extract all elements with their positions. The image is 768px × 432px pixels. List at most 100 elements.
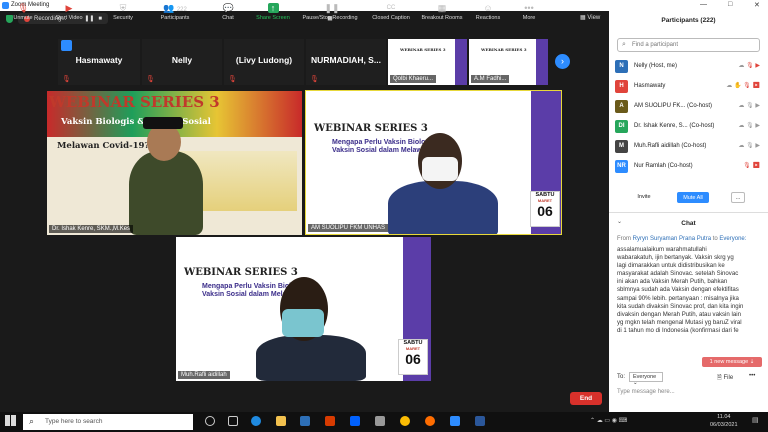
participant-name: (Livy Ludong) [235, 55, 293, 65]
file-label: File [723, 375, 734, 381]
participant-row[interactable]: DI Dr. Ishak Kenre, S... (Co-host) ☁ 🎙 ▶ [615, 118, 764, 134]
reactions-label: Reactions [475, 15, 501, 21]
zoom-taskbar-icon[interactable] [450, 416, 460, 426]
cortana-icon[interactable] [205, 416, 215, 426]
video-tile-main-2[interactable]: WEBINAR SERIES 3 Mengapa Perlu Vaksin Bi… [305, 90, 562, 235]
participant-row[interactable]: M Muh.Rafli aidillah (Co-host) ☁ 🎙 ▶ [615, 138, 764, 154]
mail-icon[interactable] [300, 416, 310, 426]
participant-row-name: Nur Ramlah (Co-host) [634, 163, 693, 169]
chat-header: From Ryryn Suryaman Prana Putra to Every… [617, 236, 746, 242]
chat-message: assalamualaikum warahmatullahi wabarakat… [617, 246, 744, 334]
video-tile-main-3[interactable]: WEBINAR SERIES 3 Mengapa Perlu Vaksin Bi… [176, 237, 431, 381]
breakout-label: Breakout Rooms [421, 15, 463, 21]
chat-input[interactable]: Type message here... [617, 389, 675, 395]
participants-button[interactable]: 👥 222 Participants [152, 3, 198, 21]
windows-start-icon[interactable] [5, 415, 16, 426]
thumb-tile[interactable]: Nelly 🎙 [142, 39, 222, 85]
maximize-button[interactable]: □ [728, 1, 732, 8]
participant-row[interactable]: NR Nur Ramlah (Co-host) 🎙 ▶ [615, 158, 764, 174]
search-icon: ⌕ [622, 41, 626, 48]
status-icons: ☁ 🎙 ▶ [738, 143, 760, 149]
more-button[interactable]: ••• More [506, 3, 552, 21]
file-button[interactable]: 🗎 File [717, 373, 733, 383]
video-off-icon: ▶ [65, 3, 73, 13]
closed-caption-button[interactable]: CC Closed Caption [366, 3, 416, 21]
dropbox-icon[interactable] [350, 416, 360, 426]
chrome-icon[interactable] [400, 416, 410, 426]
status-icons: 🎙 ▶ [743, 163, 760, 169]
notification-icon[interactable]: ▤ [752, 416, 759, 424]
thumb-tile[interactable]: WEBINAR SERIES 3 Qolbi Khaeru... [388, 39, 467, 85]
side-panel: Participants (222) ⌕ Find a participant … [609, 11, 768, 412]
taskbar-search[interactable]: ⌕ Type here to search [23, 414, 193, 430]
file-explorer-icon[interactable] [276, 416, 286, 426]
system-tray-icons[interactable]: ⌃ ☁ ▭ ◉ ⌨ [590, 417, 627, 424]
next-page-icon[interactable]: › [555, 54, 570, 69]
unmute-button[interactable]: 🎙 Unmute [0, 3, 46, 21]
participant-row-name: Muh.Rafli aidillah (Co-host) [634, 143, 707, 149]
chat-button[interactable]: 💬 Chat [205, 3, 251, 21]
participants-count: 222 [176, 7, 187, 13]
slide-date: SABTU MARET 06 [398, 339, 428, 375]
task-view-icon[interactable] [228, 416, 238, 426]
participant-row[interactable]: H Hasmawaty ☁ ✋ 🎙 ▶ [615, 78, 764, 94]
more-label: More [522, 15, 536, 21]
more-icon: ••• [524, 3, 534, 13]
word-icon[interactable] [475, 416, 485, 426]
close-button[interactable]: ✕ [754, 1, 760, 9]
participant-row[interactable]: N Nelly (Host, me) ☁ 🎙 ▶ [615, 58, 764, 74]
more-options-button[interactable]: ... [731, 192, 745, 203]
recipient-select[interactable]: Everyone ⌄ [629, 372, 663, 386]
cc-label: Closed Caption [372, 15, 410, 21]
office-icon[interactable] [325, 416, 335, 426]
participant-row-name: Hasmawaty [634, 83, 666, 89]
minimize-button[interactable]: — [700, 1, 707, 8]
thumb-tile[interactable]: (Livy Ludong) 🎙 [224, 39, 304, 85]
find-participant-input[interactable]: ⌕ Find a participant [617, 38, 760, 52]
chat-to-word: to [712, 236, 718, 242]
app-icon[interactable] [375, 416, 385, 426]
find-placeholder: Find a participant [632, 42, 679, 48]
end-button[interactable]: End [570, 392, 602, 405]
mute-all-button[interactable]: Mute All [677, 192, 709, 203]
search-icon: ⌕ [29, 416, 35, 426]
new-message-badge[interactable]: 1 new message ⇣ [702, 357, 762, 367]
date-number: 06 [537, 203, 553, 219]
recipient-value: Everyone [633, 374, 657, 380]
participants-label: Participants [160, 15, 190, 21]
pause-recording-button[interactable]: ❚❚ ■ Pause/Stop Recording [297, 3, 363, 23]
face-mask [422, 157, 458, 181]
breakout-rooms-button[interactable]: ▦ Breakout Rooms [417, 3, 467, 21]
security-button[interactable]: ⛨ Security [100, 3, 146, 21]
reactions-button[interactable]: ☺ Reactions [465, 3, 511, 21]
participant-name: Qolbi Khaeru... [390, 75, 437, 83]
video-tile-main-1[interactable]: WEBINAR SERIES 3 Vaksin Biologis & Vaksi… [47, 91, 302, 235]
muted-mic-icon: 🎙 [146, 76, 155, 83]
avatar: A [615, 99, 628, 113]
speaker-cap [143, 117, 183, 129]
raised-hand-icon [61, 40, 72, 51]
date-number: 06 [405, 351, 421, 367]
muted-mic-icon: 🎙 [228, 76, 237, 83]
slide-subtitle-2: Vaksin Sosial dalam Melawan [332, 147, 431, 154]
divider [609, 212, 768, 213]
firefox-icon[interactable] [425, 416, 435, 426]
reactions-icon: ☺ [483, 3, 493, 13]
view-label: View [587, 15, 601, 21]
taskbar-clock[interactable]: 11.04 06/03/2021 [710, 413, 738, 429]
slide-date: SABTU MARET 06 [530, 191, 560, 227]
slide-subtitle-2: Melawan Covid-19? [57, 141, 150, 151]
start-video-button[interactable]: ▶ Start Video [46, 3, 92, 21]
muted-mic-icon: 🎙 [310, 76, 319, 83]
participant-row[interactable]: A AM SUOLIPU FK... (Co-host) ☁ 🎙 ▶ [615, 98, 764, 114]
thumb-tile[interactable]: NURMADIAH, S... 🎙 [306, 39, 386, 85]
invite-button[interactable]: Invite [631, 192, 657, 203]
chat-more-icon[interactable]: ••• [749, 373, 755, 379]
thumb-tile[interactable]: WEBINAR SERIES 3 A.M Fadhi... [469, 39, 548, 85]
speaker-body [256, 335, 366, 381]
view-button[interactable]: ▦ View [580, 14, 600, 21]
edge-icon[interactable] [251, 416, 261, 426]
share-screen-button[interactable]: ↑ Share Screen [250, 3, 296, 21]
security-label: Security [113, 15, 133, 21]
taskbar-search-placeholder: Type here to search [45, 418, 103, 425]
